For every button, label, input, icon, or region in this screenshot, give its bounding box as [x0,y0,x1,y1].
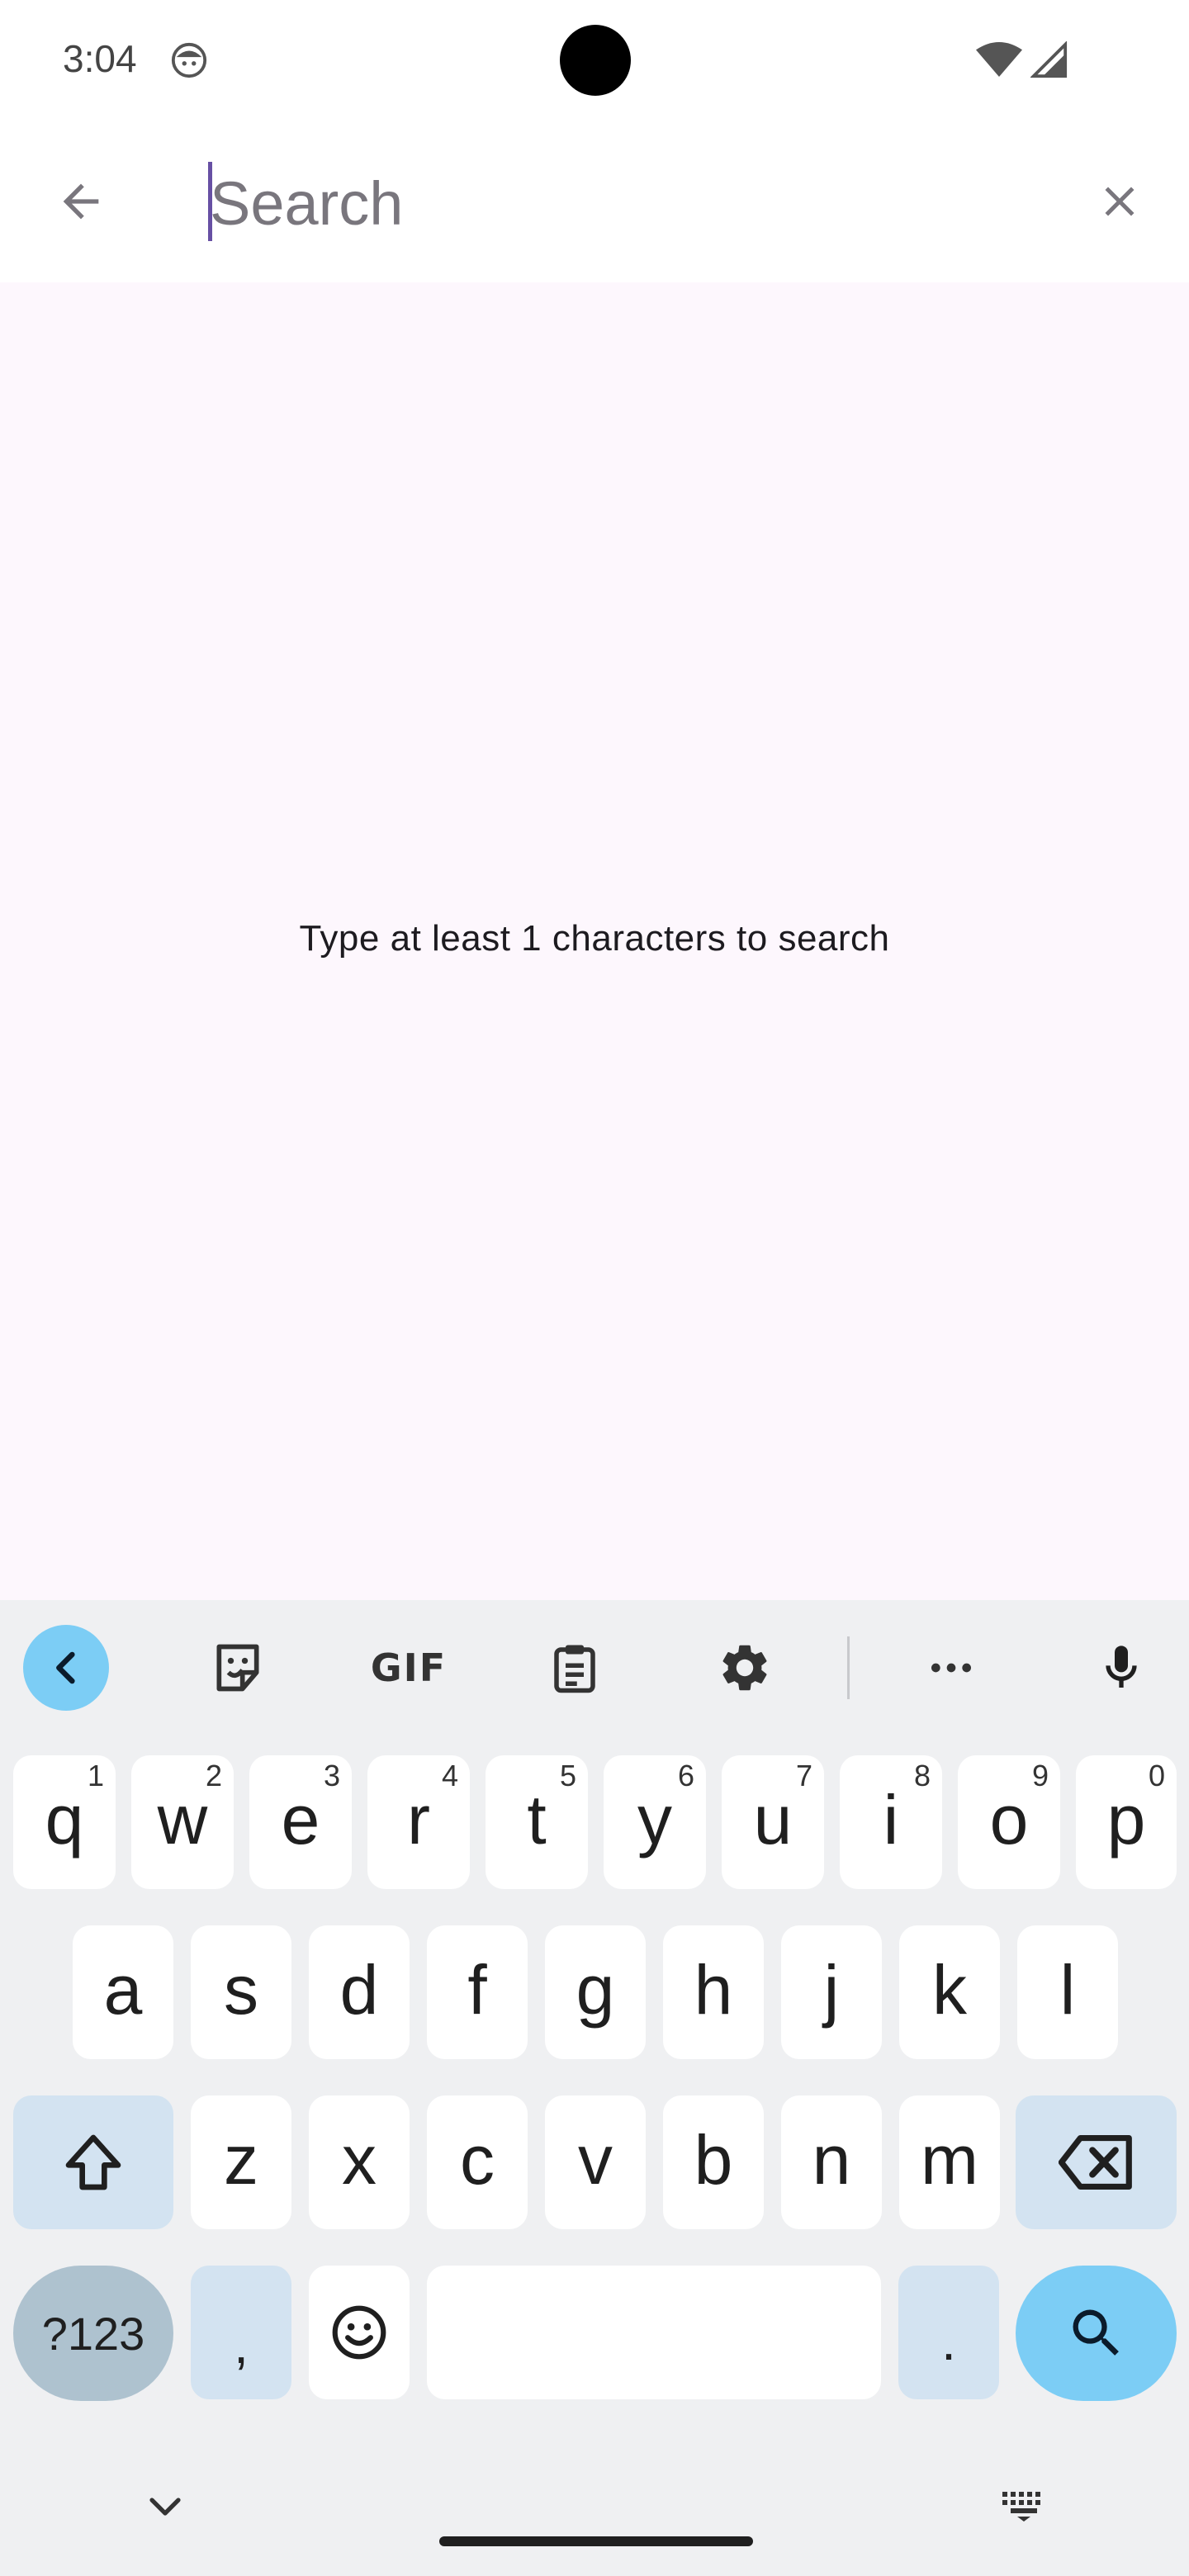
key-o[interactable]: 9o [958,1755,1060,1889]
key-k[interactable]: k [899,1925,1000,2059]
gif-button[interactable]: GIF [363,1625,454,1711]
gif-label: GIF [370,1646,448,1690]
key-j[interactable]: j [781,1925,882,2059]
key-x[interactable]: x [309,2095,410,2229]
settings-button[interactable] [702,1625,788,1711]
key-t[interactable]: 5t [486,1755,588,1889]
notification-face-icon [171,42,207,78]
chevron-down-icon[interactable] [145,2492,185,2525]
key-c[interactable]: c [427,2095,528,2229]
key-p[interactable]: 0p [1076,1755,1177,1889]
shift-key[interactable] [13,2095,173,2229]
key-d[interactable]: d [309,1925,410,2059]
period-key[interactable]: . [898,2266,999,2399]
comma-key[interactable]: , [191,2266,291,2399]
clipboard-icon [554,1645,595,1693]
key-v[interactable]: v [545,2095,646,2229]
keyboard-switch-icon[interactable] [1001,2490,1047,2523]
backspace-icon [1058,2134,1132,2190]
arrow-back-icon [63,183,99,220]
status-bar: 3:04 [0,0,1189,124]
key-a[interactable]: a [73,1925,173,2059]
shift-icon [65,2134,121,2190]
emoji-key[interactable] [309,2266,410,2399]
key-m[interactable]: m [899,2095,1000,2229]
search-results-area: Type at least 1 characters to search [0,282,1189,1600]
back-button[interactable] [40,160,122,243]
search-app-bar [0,124,1189,282]
status-time: 3:04 [63,37,137,80]
voice-input-button[interactable] [1078,1625,1164,1711]
wifi-icon [976,42,1022,77]
close-icon [1105,187,1135,216]
key-s[interactable]: s [191,1925,291,2059]
backspace-key[interactable] [1016,2095,1177,2229]
key-f[interactable]: f [427,1925,528,2059]
gear-icon [722,1645,767,1691]
sticker-icon [216,1644,259,1692]
key-r[interactable]: 4r [367,1755,470,1889]
emoji-icon [332,2305,386,2360]
search-icon [1073,2309,1119,2356]
key-l[interactable]: l [1017,1925,1118,2059]
chevron-left-icon [56,1651,75,1684]
key-i[interactable]: 8i [840,1755,942,1889]
text-cursor [208,162,212,241]
empty-state-hint: Type at least 1 characters to search [299,918,890,959]
symbols-key[interactable]: ?123 [13,2266,173,2401]
more-button[interactable] [908,1625,994,1711]
key-q[interactable]: 1q [13,1755,116,1889]
key-z[interactable]: z [191,2095,291,2229]
space-key[interactable] [427,2266,881,2399]
search-key[interactable] [1016,2266,1177,2401]
gesture-navigation-handle[interactable] [439,2536,753,2546]
camera-cutout [560,25,631,96]
key-b[interactable]: b [663,2095,764,2229]
soft-keyboard: GIF 1q 2w 3 e 4 r 5 t 6 y 7 u 8 i 9 o 0 … [0,1600,1189,2576]
clear-button[interactable] [1078,160,1161,243]
microphone-icon [1106,1646,1137,1688]
keyboard-toolbar-back-button[interactable] [23,1625,109,1711]
key-u[interactable]: 7u [722,1755,824,1889]
toolbar-divider [847,1636,850,1699]
key-y[interactable]: 6y [604,1755,706,1889]
key-w[interactable]: 2w [131,1755,234,1889]
key-h[interactable]: h [663,1925,764,2059]
search-input[interactable] [206,157,1049,249]
signal-icon [1030,41,1068,78]
search-field[interactable] [206,157,1049,249]
key-n[interactable]: n [781,2095,882,2229]
keyboard-toolbar: GIF [0,1600,1189,1735]
key-e[interactable]: 3e [249,1755,352,1889]
key-g[interactable]: g [545,1925,646,2059]
sticker-button[interactable] [195,1625,281,1711]
clipboard-button[interactable] [532,1625,618,1711]
more-horizontal-icon [931,1663,971,1673]
